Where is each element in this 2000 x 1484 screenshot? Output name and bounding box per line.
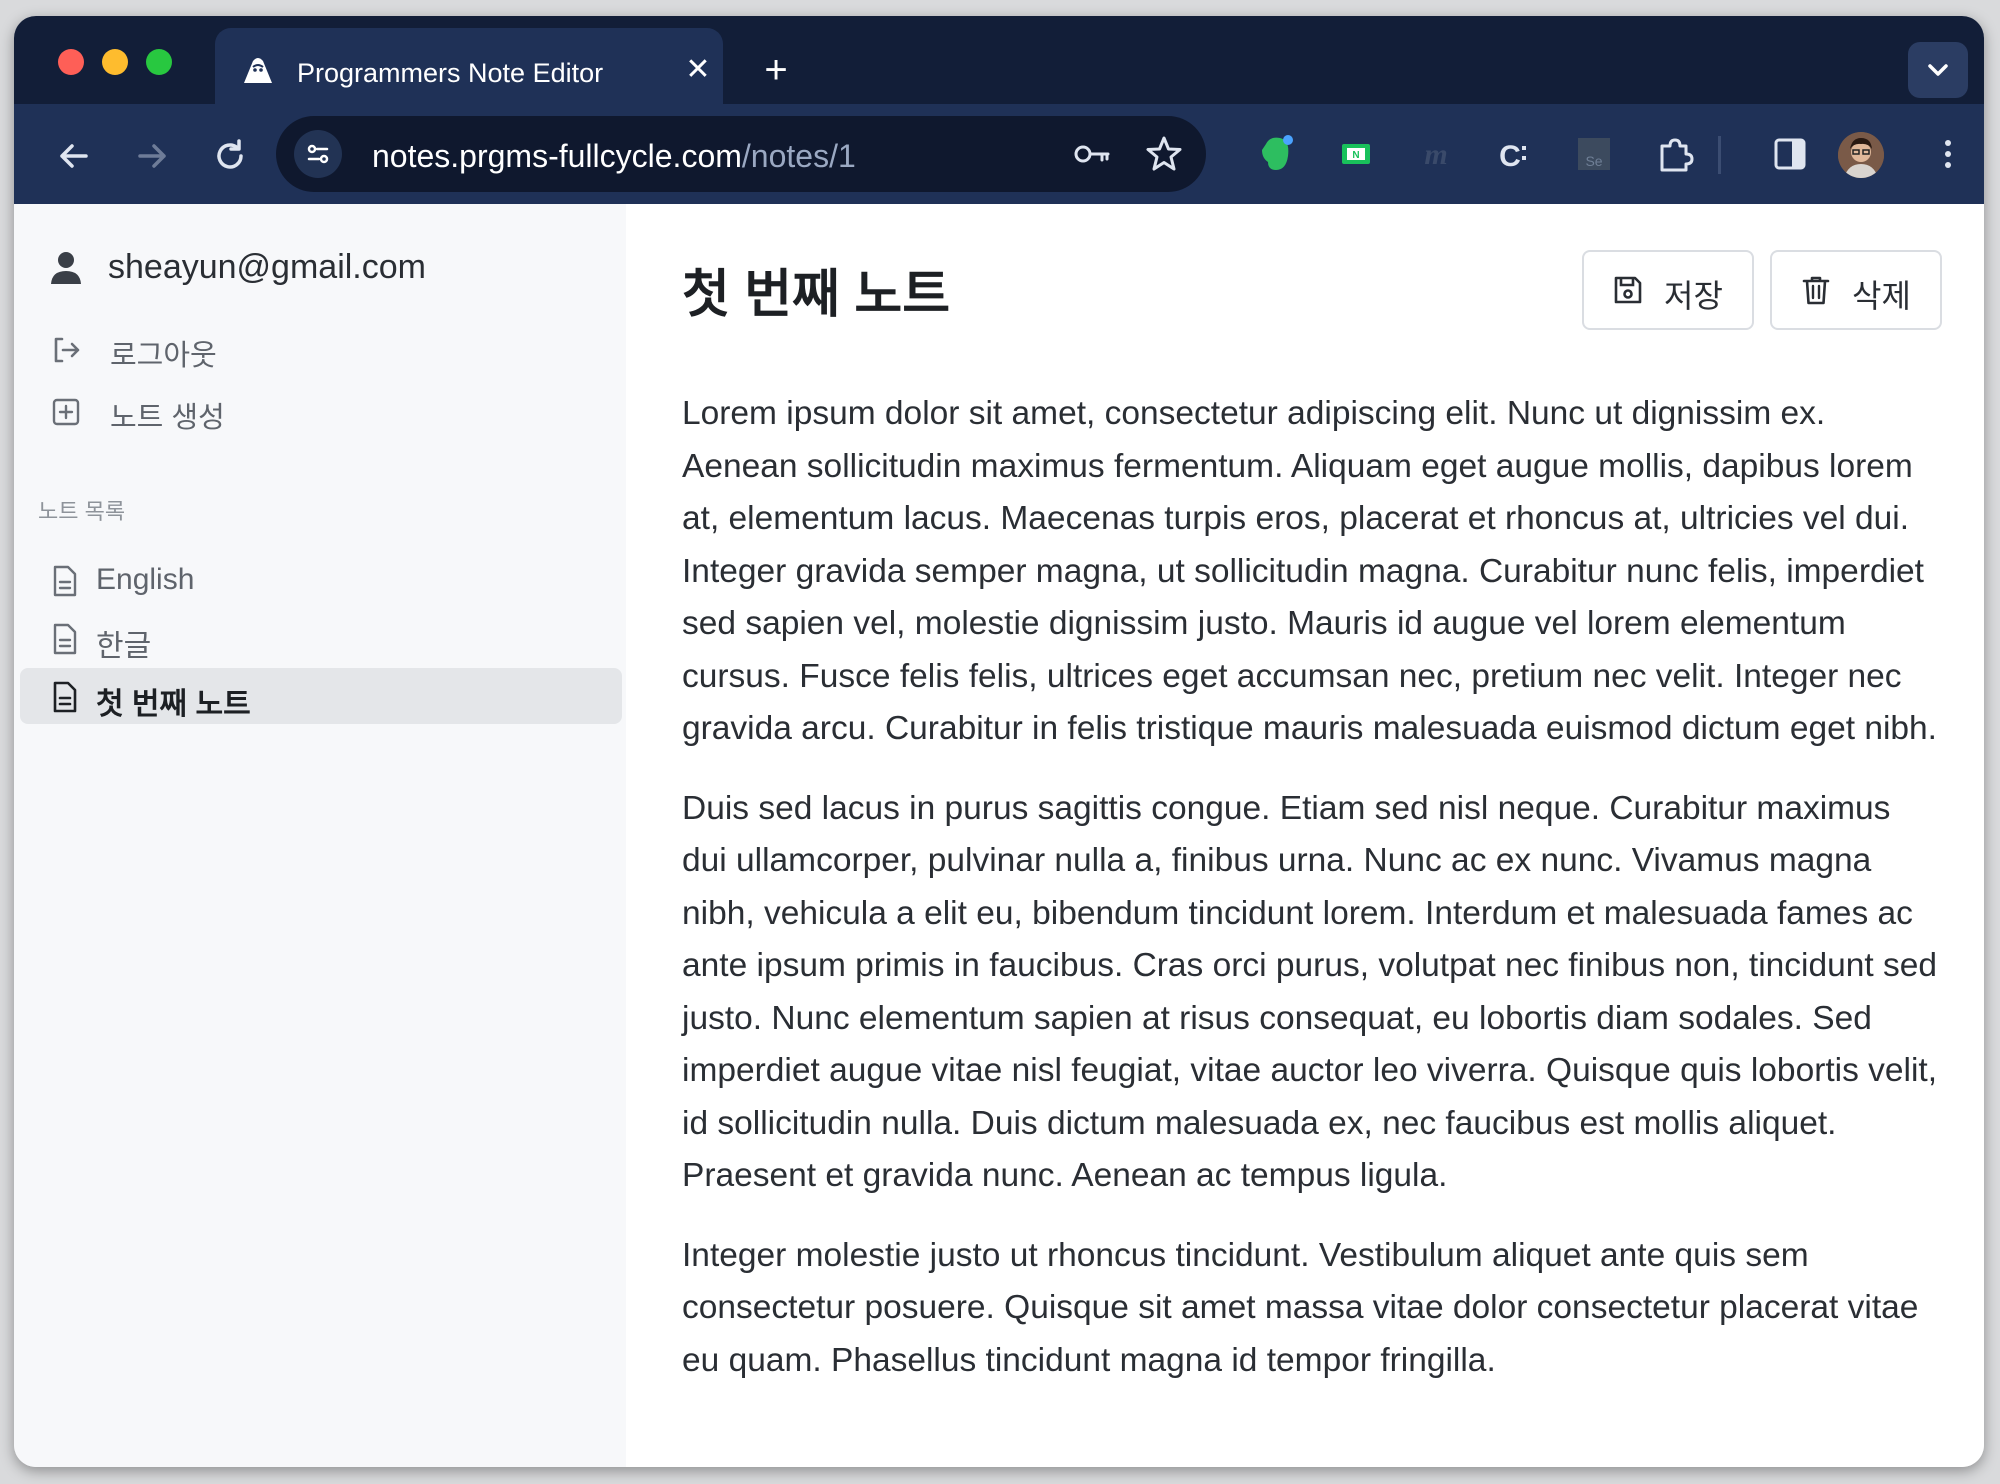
profile-photo-icon <box>1838 132 1884 178</box>
browser-toolbar: notes.prgms-fullcycle.com/notes/1 N m C <box>14 104 1984 204</box>
note-list-item-label: 한글 <box>96 630 152 663</box>
delete-button[interactable]: 삭제 <box>1770 250 1942 330</box>
copy-extension-icon[interactable]: C <box>1490 130 1538 178</box>
note-list-item-label: English <box>96 563 195 596</box>
forward-arrow-icon[interactable] <box>130 134 174 178</box>
save-icon <box>1614 276 1642 304</box>
programmers-favicon-icon <box>244 58 272 83</box>
note-paragraph: Duis sed lacus in purus sagittis congue.… <box>682 789 1938 1195</box>
reload-icon[interactable] <box>208 134 252 178</box>
note-list-heading: 노트 목록 <box>38 499 126 524</box>
tab-close-icon[interactable]: ✕ <box>678 50 718 90</box>
svg-text:Se: Se <box>1585 153 1602 169</box>
svg-text:N: N <box>1352 150 1359 161</box>
tab-search-button[interactable] <box>1908 42 1968 98</box>
close-window-button[interactable] <box>58 49 84 75</box>
bookmark-star-icon[interactable] <box>1144 134 1184 174</box>
active-tab[interactable]: Programmers Note Editor ✕ <box>215 28 723 108</box>
key-icon[interactable] <box>1072 134 1112 174</box>
note-list-item-label: 첫 번째 노트 <box>96 688 251 721</box>
toolbar-divider <box>1718 136 1721 174</box>
svg-text:C: C <box>1499 140 1521 173</box>
chevron-down-icon <box>1928 64 1948 76</box>
delete-label: 삭제 <box>1852 278 1911 314</box>
selenium-extension-icon[interactable]: Se <box>1570 130 1618 178</box>
note-title[interactable]: 첫 번째 노트 <box>682 252 950 327</box>
note-body[interactable]: Lorem ipsum dolor sit amet, consectetur … <box>682 388 1942 1414</box>
note-paragraph: Lorem ipsum dolor sit amet, consectetur … <box>682 395 1937 747</box>
note-list-item-active[interactable]: 첫 번째 노트 <box>20 668 622 724</box>
tab-title: Programmers Note Editor <box>297 58 604 88</box>
save-label: 저장 <box>1664 278 1723 314</box>
url-text: notes.prgms-fullcycle.com/notes/1 <box>372 138 856 174</box>
tab-strip: Programmers Note Editor ✕ + <box>14 16 1984 108</box>
profile-avatar[interactable] <box>1838 132 1884 178</box>
evernote-extension-icon[interactable] <box>1252 130 1300 178</box>
note-editor: 첫 번째 노트 저장 삭제 Lorem ipsum dolor sit amet… <box>626 204 1984 1467</box>
document-icon <box>53 681 77 713</box>
document-icon <box>53 623 77 655</box>
new-tab-icon[interactable]: + <box>756 50 796 90</box>
user-icon <box>51 252 81 284</box>
side-panel-icon[interactable] <box>1766 130 1814 178</box>
logout-label: 로그아웃 <box>110 340 217 372</box>
note-paragraph: Integer molestie justo ut rhoncus tincid… <box>682 1236 1919 1379</box>
naver-extension-icon[interactable]: N <box>1332 130 1380 178</box>
more-vertical-icon[interactable] <box>1924 130 1972 178</box>
document-icon <box>53 565 77 597</box>
create-note-label: 노트 생성 <box>110 402 225 434</box>
m-extension-icon[interactable]: m <box>1412 130 1460 178</box>
back-arrow-icon[interactable] <box>52 134 96 178</box>
browser-window: Programmers Note Editor ✕ + notes.prgms-… <box>14 16 1984 1467</box>
zoom-window-button[interactable] <box>146 49 172 75</box>
note-list-item[interactable]: 한글 <box>20 610 622 666</box>
user-email: sheayun@gmail.com <box>108 248 426 286</box>
sidebar: sheayun@gmail.com 로그아웃 노트 생성 노트 목록 Engli… <box>14 204 626 1467</box>
note-list-item[interactable]: English <box>20 552 622 608</box>
minimize-window-button[interactable] <box>102 49 128 75</box>
trash-icon <box>1802 276 1830 305</box>
plus-square-icon <box>52 398 80 426</box>
logout-icon <box>54 337 80 363</box>
save-button[interactable]: 저장 <box>1582 250 1754 330</box>
extensions-puzzle-icon[interactable] <box>1650 130 1698 178</box>
address-bar[interactable]: notes.prgms-fullcycle.com/notes/1 <box>276 116 1206 192</box>
svg-text:m: m <box>1424 138 1447 171</box>
site-settings-button[interactable] <box>294 130 342 178</box>
tune-icon <box>307 144 329 164</box>
